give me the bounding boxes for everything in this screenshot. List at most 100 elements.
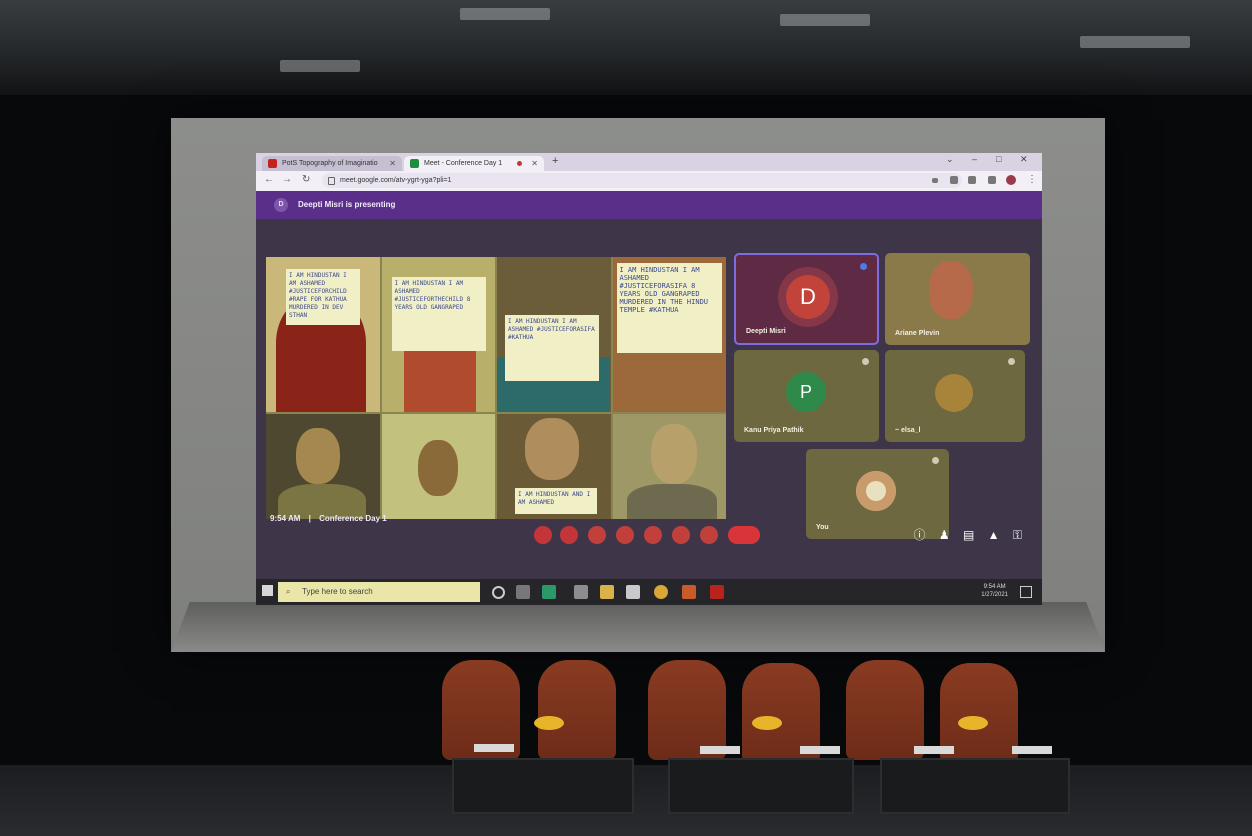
avatar: P	[786, 372, 826, 412]
presenting-banner: D Deepti Misri is presenting	[256, 191, 1042, 219]
captions-button[interactable]	[588, 526, 606, 544]
close-icon[interactable]: ✕	[389, 156, 396, 171]
camera-icon[interactable]	[932, 178, 938, 183]
photo-tile	[381, 414, 495, 519]
taskbar-search[interactable]: ⌕ Type here to search	[278, 582, 480, 602]
photo-tile: I AM HINDUSTAN I AM ASHAMED #JUSTICEFORT…	[381, 257, 495, 412]
flower-arrangement	[534, 716, 564, 730]
profile-avatar[interactable]	[1006, 175, 1016, 185]
participant-name: You	[816, 524, 829, 531]
person-body	[626, 484, 717, 519]
participant-name: Kanu Priya Pathik	[744, 427, 804, 434]
separator: |	[308, 514, 311, 523]
forward-icon[interactable]: →	[282, 174, 292, 185]
host-controls-icon[interactable]: ⚿	[1013, 528, 1022, 542]
tab-label: PotS Topography of Imaginatio	[282, 160, 378, 167]
name-placard	[700, 746, 740, 754]
mic-off-icon	[932, 457, 939, 464]
extensions-icon[interactable]	[988, 176, 996, 184]
minimize-icon[interactable]: –	[972, 154, 977, 164]
search-icon: ⌕	[286, 587, 291, 596]
people-icon[interactable]: ♟	[939, 528, 950, 542]
end-call-button[interactable]	[728, 526, 760, 544]
call-controls	[528, 523, 778, 547]
acrobat-icon[interactable]	[710, 585, 724, 599]
meeting-info: 9:54 AM | Conference Day 1	[270, 514, 387, 523]
mic-off-icon	[1008, 358, 1015, 365]
stage-table	[668, 758, 854, 814]
chevron-down-icon[interactable]: ⌄	[946, 154, 954, 165]
more-options-button[interactable]	[700, 526, 718, 544]
store-icon[interactable]	[574, 585, 588, 599]
info-icon[interactable]: ⓘ	[913, 528, 925, 542]
activities-icon[interactable]: ▲	[988, 528, 1000, 542]
ceiling-light	[1080, 36, 1190, 48]
close-window-icon[interactable]: ✕	[1020, 154, 1028, 165]
maximize-icon[interactable]: □	[996, 154, 1001, 164]
chat-icon[interactable]: ▤	[963, 528, 974, 542]
recording-icon	[517, 161, 522, 166]
photo-tile: I AM HINDUSTAN I AM ASHAMED #JUSTICEFORC…	[266, 257, 380, 412]
browser-tab-gmail[interactable]: PotS Topography of Imaginatio ✕	[262, 156, 402, 171]
avatar	[935, 374, 973, 412]
name-placard	[474, 744, 514, 752]
participant-name: ~ elsa_l	[895, 427, 921, 434]
cortana-icon[interactable]	[492, 586, 505, 599]
emoji-button[interactable]	[644, 526, 662, 544]
system-clock[interactable]: 9:54 AM 1/27/2021	[981, 583, 1008, 599]
mic-off-button[interactable]	[534, 526, 552, 544]
task-view-icon[interactable]	[516, 585, 530, 599]
stage-chair	[648, 660, 726, 760]
flower-arrangement	[752, 716, 782, 730]
stage-chair	[538, 660, 616, 760]
flower-arrangement	[958, 716, 988, 730]
raise-hand-button[interactable]	[616, 526, 634, 544]
screen-bevel	[171, 602, 1105, 652]
shared-presentation: I AM HINDUSTAN I AM ASHAMED #JUSTICEFORC…	[266, 257, 726, 519]
stage-table	[452, 758, 634, 814]
participant-tile-kanu[interactable]: P Kanu Priya Pathik	[734, 350, 879, 442]
mail-icon[interactable]	[626, 585, 640, 599]
reload-icon[interactable]: ↻	[302, 174, 310, 185]
ceiling	[0, 0, 1252, 95]
notifications-icon[interactable]	[1020, 586, 1032, 598]
chrome-icon[interactable]	[654, 585, 668, 599]
side-panel-icons: ⓘ ♟ ▤ ▲ ⚿	[913, 526, 1022, 543]
protest-sign: I AM HINDUSTAN I AM ASHAMED #JUSTICEFORA…	[505, 315, 599, 381]
participant-tile-ariane[interactable]: Ariane Plevin	[885, 253, 1030, 345]
photo-tile	[266, 414, 380, 519]
search-placeholder: Type here to search	[302, 587, 373, 596]
url-input[interactable]: meet.google.com/atv-ygrt-yga?pli=1	[322, 173, 962, 188]
windows-start-icon[interactable]	[262, 585, 273, 596]
avatar	[856, 471, 896, 511]
back-icon[interactable]: ←	[264, 174, 274, 185]
more-menu-icon[interactable]: ⋮	[1027, 174, 1037, 185]
name-placard	[1012, 746, 1052, 754]
powerpoint-icon[interactable]	[682, 585, 696, 599]
star-icon[interactable]	[968, 176, 976, 184]
explorer-icon[interactable]	[600, 585, 614, 599]
stage-table	[880, 758, 1070, 814]
browser-tab-meet[interactable]: Meet - Conference Day 1 ✕	[404, 156, 544, 171]
close-icon[interactable]: ✕	[531, 156, 538, 171]
new-tab-button[interactable]: +	[552, 155, 558, 167]
present-button[interactable]	[672, 526, 690, 544]
photo-tile: I AM HINDUSTAN I AM ASHAMED #JUSTICEFORA…	[612, 257, 726, 412]
participant-name: Ariane Plevin	[895, 330, 940, 337]
gmail-icon	[268, 159, 277, 168]
edge-icon[interactable]	[542, 585, 556, 599]
mic-off-icon	[862, 358, 869, 365]
camera-off-button[interactable]	[560, 526, 578, 544]
photo-tile: I AM HINDUSTAN I AM ASHAMED #JUSTICEFORA…	[497, 257, 611, 412]
participant-tile-elsa[interactable]: ~ elsa_l	[885, 350, 1025, 442]
protest-sign: I AM HINDUSTAN I AM ASHAMED #JUSTICEFORC…	[286, 269, 360, 325]
person-face	[929, 261, 973, 319]
tray-date-text: 1/27/2021	[981, 592, 1008, 598]
share-icon[interactable]	[950, 176, 958, 184]
name-placard	[914, 746, 954, 754]
stage-chair	[846, 660, 924, 760]
person-face	[525, 418, 579, 480]
projected-desktop: PotS Topography of Imaginatio ✕ Meet - C…	[256, 153, 1042, 605]
participant-tile-deepti[interactable]: D Deepti Misri	[734, 253, 879, 345]
speaking-icon	[860, 263, 867, 270]
